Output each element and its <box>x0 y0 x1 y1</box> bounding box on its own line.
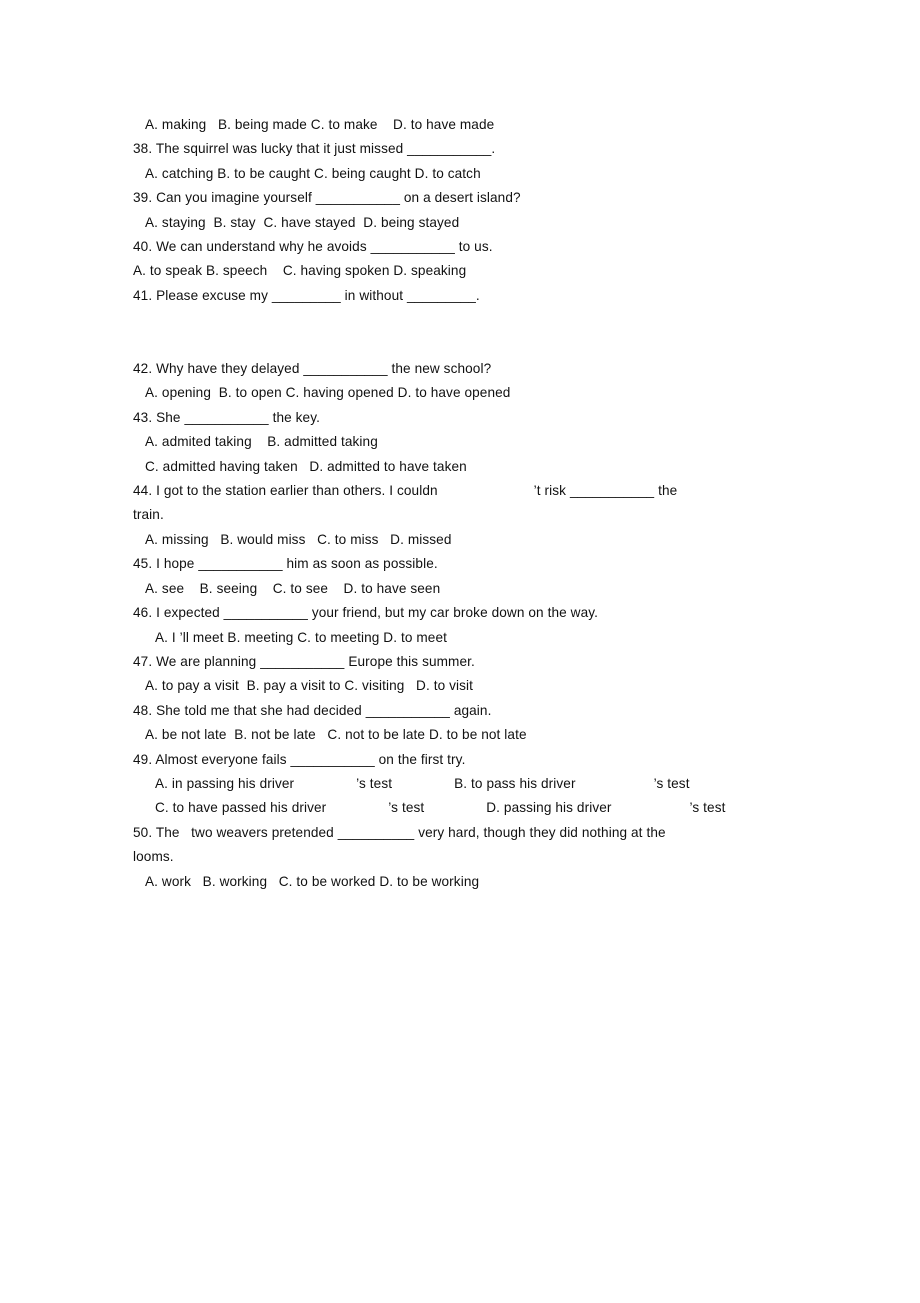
question-38-stem: 38. The squirrel was lucky that it just … <box>133 141 496 157</box>
question-47-options: A. to pay a visit B. pay a visit to C. v… <box>145 678 474 694</box>
question-49-option-a-tail: ’s test <box>356 775 393 791</box>
question-49-options-ab: A. in passing his driver ’s test B. to pas… <box>133 772 893 796</box>
question-38-options: A. catching B. to be caught C. being cau… <box>145 165 481 181</box>
question-39-options: A. staying B. stay C. have stayed D. bei… <box>145 214 460 230</box>
question-40-options: A. to speak B. speech C. having spoken D… <box>133 263 467 279</box>
question-42-options: A. opening B. to open C. having opened D… <box>145 385 511 401</box>
document-page: A. making B. being made C. to make D. to… <box>0 0 920 1303</box>
question-49-stem: 49. Almost everyone fails ___________ on… <box>133 751 466 767</box>
question-49-option-d-stem: D. passing his driver <box>486 800 612 816</box>
paragraph-spacer-2 <box>133 333 893 357</box>
document-body: A. making B. being made C. to make D. to… <box>133 113 893 894</box>
question-37-options: A. making B. being made C. to make D. to… <box>145 117 495 132</box>
question-44-stem-part1: 44. I got to the station earlier than ot… <box>133 483 438 499</box>
question-47-stem: 47. We are planning ___________ Europe t… <box>133 653 475 669</box>
question-43-options-cd: C. admitted having taken D. admitted to … <box>145 458 467 474</box>
question-50-options: A. work B. working C. to be worked D. to… <box>145 873 480 889</box>
question-49-option-b-tail: ’s test <box>653 775 690 791</box>
question-45-options: A. see B. seeing C. to see D. to have se… <box>145 580 441 596</box>
question-49-option-a-stem: A. in passing his driver <box>155 775 295 791</box>
question-49-option-d-tail: ’s test <box>689 800 726 816</box>
question-49-option-b-stem: B. to pass his driver <box>454 775 576 791</box>
question-49-options-cd: C. to have passed his driver ’s test D. pa… <box>133 796 893 820</box>
question-43-options-ab: A. admited taking B. admitted taking <box>145 434 378 450</box>
question-50-stem-continuation: looms. <box>133 849 174 865</box>
question-48-options: A. be not late B. not be late C. not to … <box>145 727 527 743</box>
question-50-stem: 50. The two weavers pretended __________… <box>133 824 666 840</box>
question-44-stem-continuation: train. <box>133 507 164 523</box>
question-39-stem: 39. Can you imagine yourself ___________… <box>133 190 521 206</box>
question-49-option-c-stem: C. to have passed his driver <box>155 800 327 816</box>
question-40-stem: 40. We can understand why he avoids ____… <box>133 239 493 255</box>
question-44-stem: 44. I got to the station earlier than ot… <box>133 479 893 503</box>
question-48-stem: 48. She told me that she had decided ___… <box>133 702 492 718</box>
question-49-option-c-tail: ’s test <box>388 800 425 816</box>
question-43-stem: 43. She ___________ the key. <box>133 409 320 425</box>
question-46-stem: 46. I expected ___________ your friend, … <box>133 605 598 621</box>
question-46-options: A. I ’ll meet B. meeting C. to meeting D… <box>155 629 447 645</box>
paragraph-spacer-1 <box>133 308 893 332</box>
question-44-options: A. missing B. would miss C. to miss D. m… <box>145 531 452 547</box>
question-41-stem: 41. Please excuse my _________ in withou… <box>133 287 480 303</box>
question-44-stem-part2: ’t risk ___________ the <box>533 483 678 499</box>
question-45-stem: 45. I hope ___________ him as soon as po… <box>133 556 438 572</box>
question-42-stem: 42. Why have they delayed ___________ th… <box>133 361 492 377</box>
